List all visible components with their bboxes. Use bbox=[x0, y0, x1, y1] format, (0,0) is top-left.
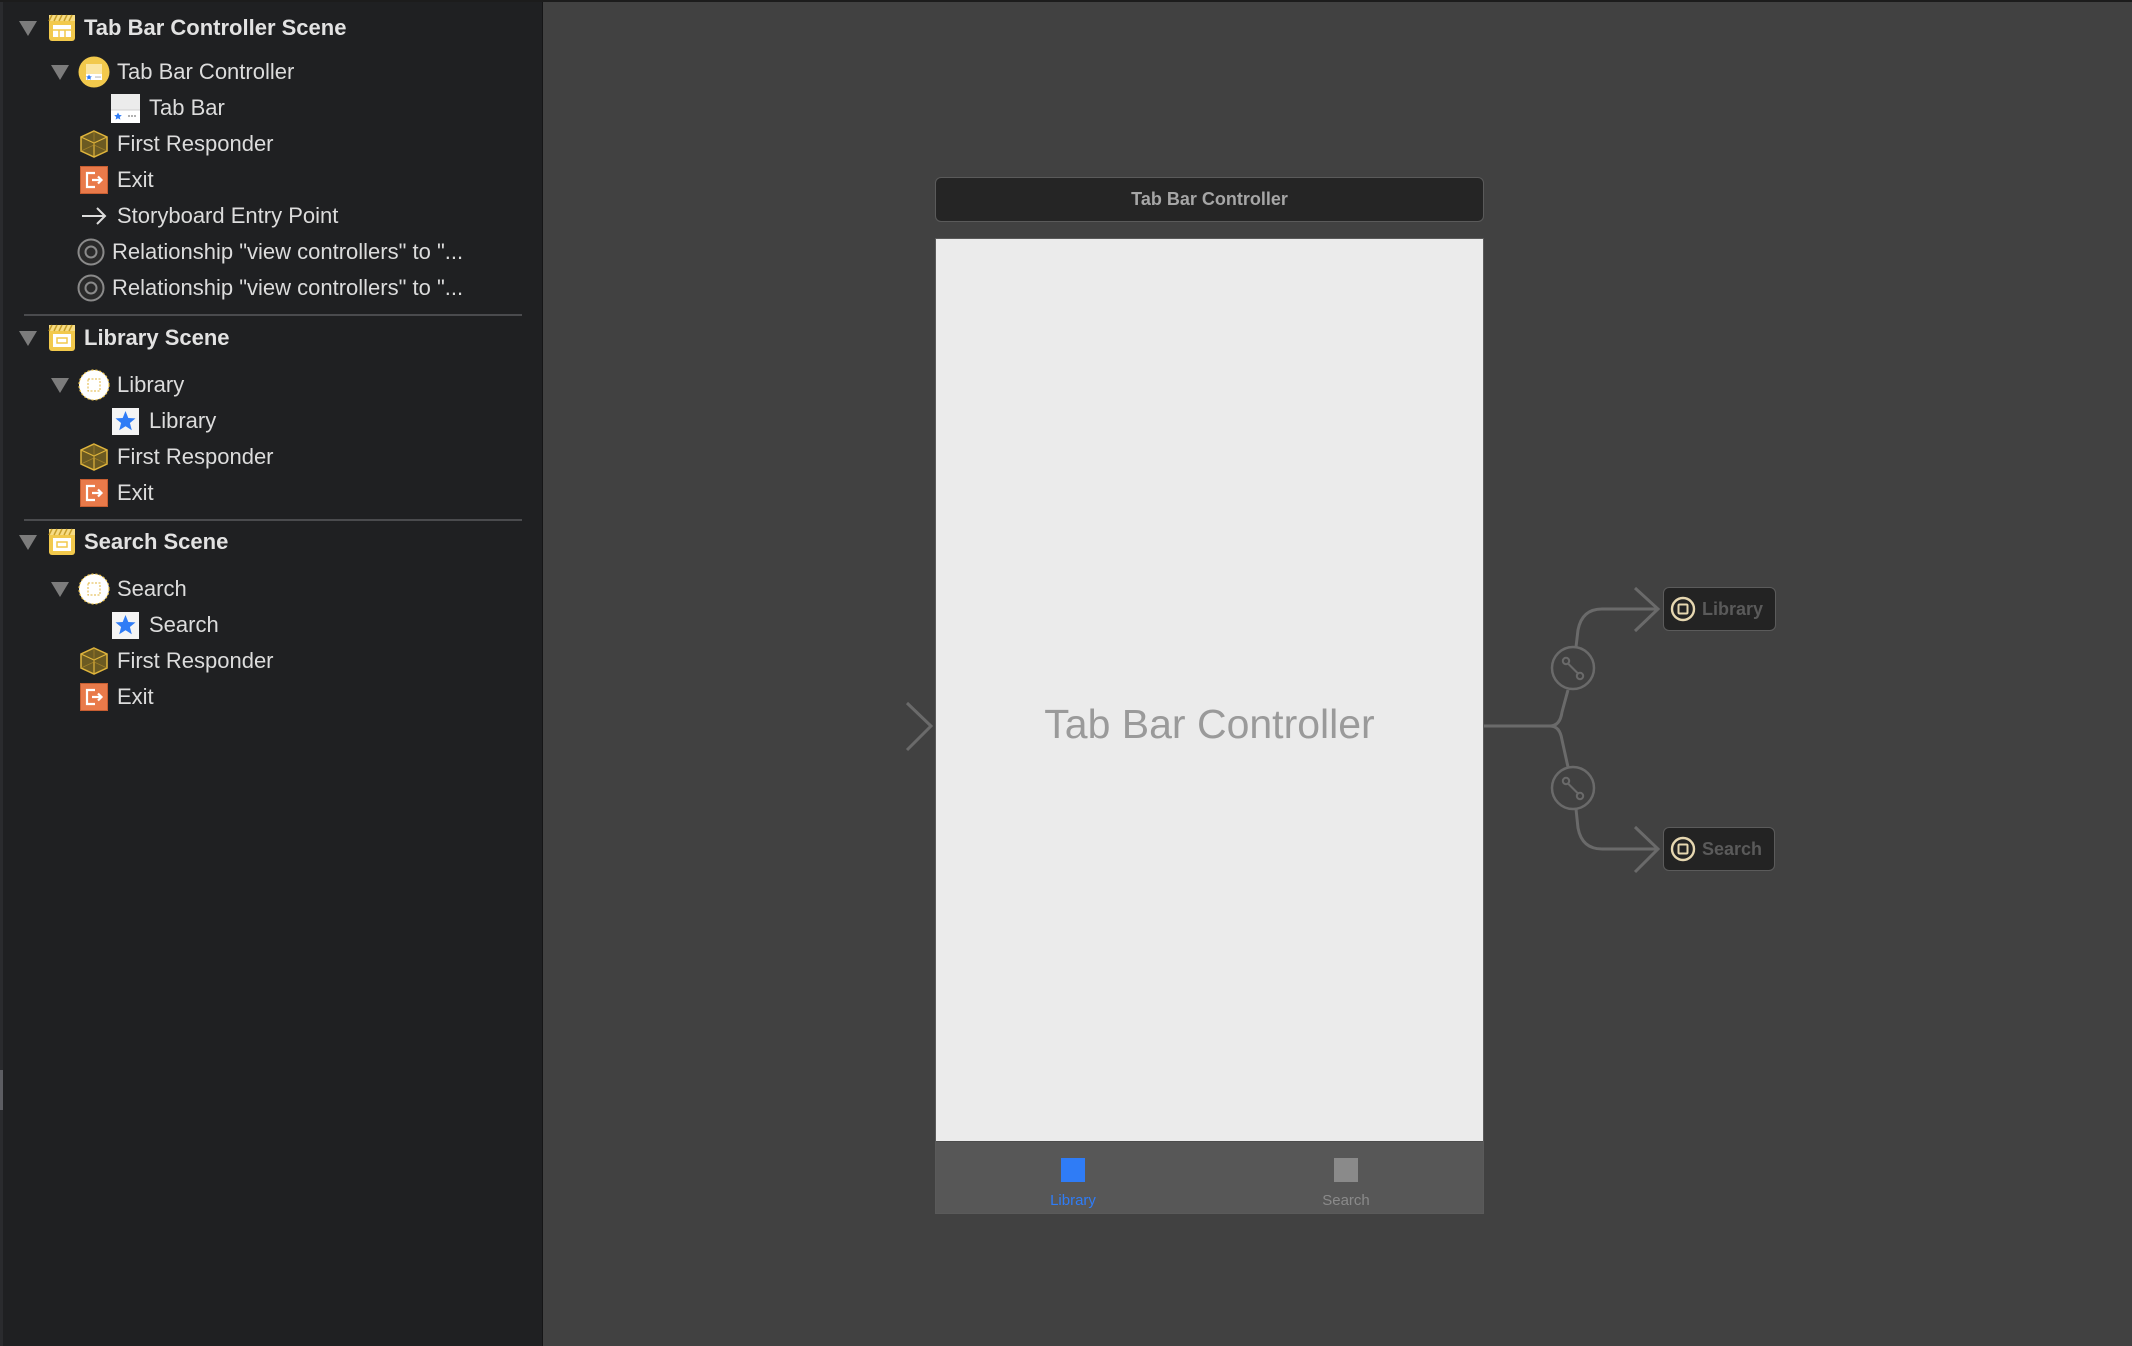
view-controller-ref-icon bbox=[1670, 836, 1696, 862]
storyboard-entry-arrow[interactable] bbox=[790, 701, 934, 752]
tab-bar[interactable]: Library Search bbox=[936, 1141, 1483, 1213]
segue-destination-search[interactable]: Search bbox=[1663, 827, 1775, 871]
view-placeholder-title: Tab Bar Controller bbox=[1044, 701, 1375, 747]
tab-label: Search bbox=[1322, 1192, 1370, 1209]
tab-placeholder-icon bbox=[1061, 1158, 1085, 1182]
segue-destination-label: Search bbox=[1702, 838, 1763, 859]
relationship-segue-lines[interactable] bbox=[1484, 586, 1661, 874]
scene-dock-title[interactable]: Tab Bar Controller bbox=[935, 177, 1484, 222]
tab-label: Library bbox=[1050, 1192, 1096, 1209]
segue-node-library[interactable] bbox=[1550, 645, 1596, 691]
tab-placeholder-icon bbox=[1334, 1158, 1358, 1182]
scene-dock-label: Tab Bar Controller bbox=[1131, 189, 1288, 209]
segue-node-search[interactable] bbox=[1550, 765, 1596, 811]
segue-destination-library[interactable]: Library bbox=[1663, 587, 1776, 631]
view-controller-ref-icon bbox=[1670, 596, 1696, 622]
tab-item-search[interactable]: Search bbox=[1246, 1142, 1446, 1214]
tab-item-library[interactable]: Library bbox=[973, 1142, 1173, 1214]
tab-bar-controller-view[interactable]: Tab Bar Controller Library Search bbox=[935, 238, 1484, 1214]
segue-destination-label: Library bbox=[1702, 598, 1764, 619]
